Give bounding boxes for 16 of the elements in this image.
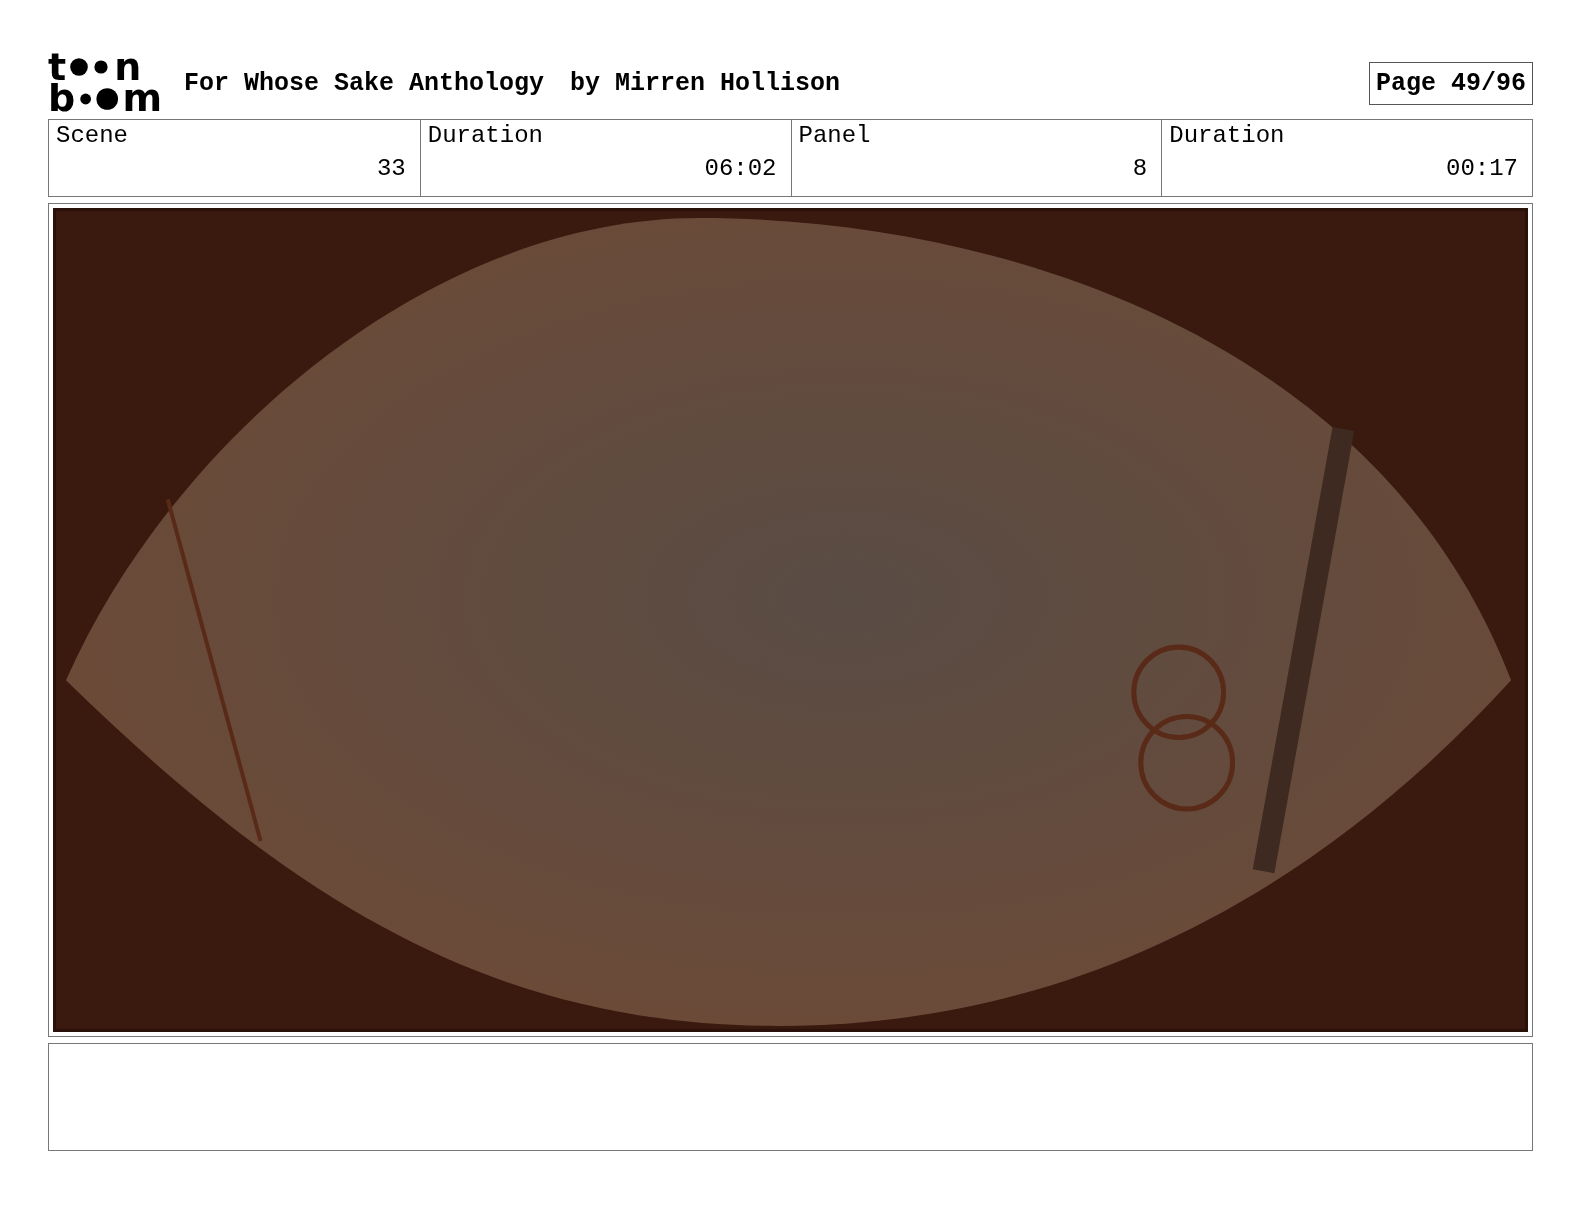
page-number: Page 49/96 [1368,61,1533,105]
author-name: by Mirren Hollison [570,68,841,98]
field-label: Scene [56,122,129,149]
field-value: 33 [376,155,406,182]
field-label: Duration [427,122,544,149]
field-value: 06:02 [704,155,777,182]
project-title: For Whose Sake Anthology [184,68,545,98]
logo-letter: b [48,83,76,115]
logo-letter: t [48,51,67,83]
field-value: 8 [1132,155,1148,182]
field-label: Duration [1169,122,1286,149]
dots-icon [77,86,121,111]
logo-letter: n [114,51,142,83]
field-value: 00:17 [1446,155,1518,182]
logo-letter: m [122,83,162,115]
field-label: Panel [798,122,872,149]
